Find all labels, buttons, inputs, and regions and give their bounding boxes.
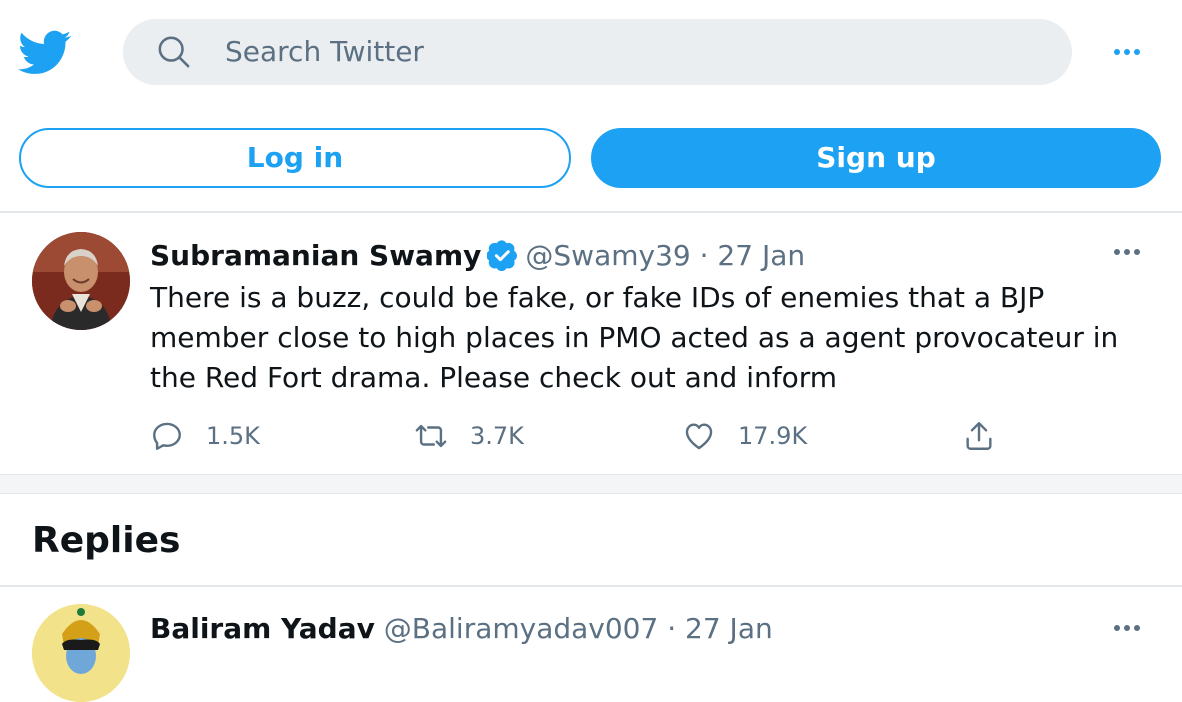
login-button[interactable]: Log in [19,128,571,188]
separator: · [699,239,709,272]
avatar[interactable] [32,232,130,330]
tweet-text: There is a buzz, could be fake, or fake … [150,281,1119,394]
search-bar[interactable]: Search Twitter [123,19,1072,85]
tweet-more-icon[interactable] [1112,240,1148,264]
reply-avatar[interactable] [32,604,130,702]
reply-date[interactable]: 27 Jan [685,612,773,645]
twitter-logo-icon[interactable] [18,30,72,76]
reply-author-handle[interactable]: @Baliramyadav007 [384,612,659,645]
like-count: 17.9K [738,422,808,450]
retweet-icon [415,424,447,448]
section-separator [0,474,1182,494]
reply-icon [153,422,181,450]
retweet-button[interactable]: 3.7K [414,414,524,458]
retweet-count: 3.7K [470,422,524,450]
reply-header: Baliram Yadav @Baliramyadav007 · 27 Jan [150,609,773,649]
tweet-actions: 1.5K 3.7K 17.9K [150,414,1050,458]
verified-badge-icon [487,240,518,271]
signup-button[interactable]: Sign up [591,128,1161,188]
reply-button[interactable]: 1.5K [150,414,260,458]
share-icon [966,422,992,450]
like-button[interactable]: 17.9K [682,414,807,458]
search-input[interactable]: Search Twitter [225,19,424,85]
author-name[interactable]: Subramanian Swamy [150,239,481,272]
search-icon [158,36,190,68]
tweet-date[interactable]: 27 Jan [717,239,805,272]
more-menu-icon[interactable] [1112,40,1148,64]
reply-more-icon[interactable] [1112,616,1148,640]
separator: · [667,612,677,645]
author-handle[interactable]: @Swamy39 [525,239,690,272]
heart-icon [685,423,713,450]
share-button[interactable] [962,414,996,458]
reply-count: 1.5K [206,422,260,450]
replies-heading: Replies [32,520,181,561]
divider [0,585,1182,587]
tweet-header: Subramanian Swamy @Swamy39 · 27 Jan [150,236,805,276]
reply-author-name[interactable]: Baliram Yadav [150,612,375,645]
divider [0,211,1182,213]
